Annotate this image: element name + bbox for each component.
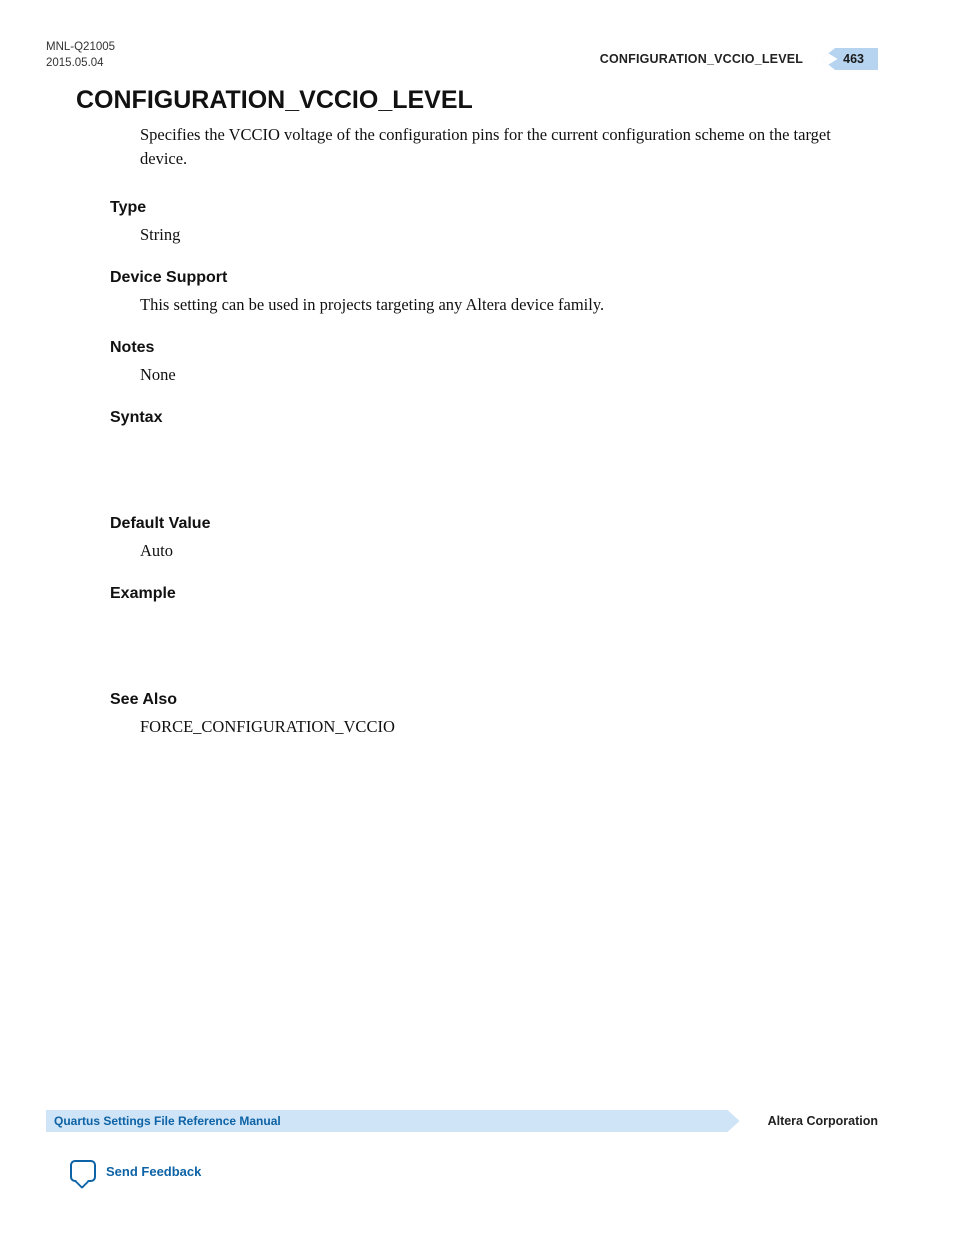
doc-meta: MNL-Q21005 2015.05.04 [46, 40, 115, 71]
example-empty-space [76, 609, 878, 669]
doc-id: MNL-Q21005 [46, 40, 115, 56]
section-heading-device-support: Device Support [110, 269, 878, 287]
page-number-badge: 463 [821, 48, 878, 70]
footer-company: Altera Corporation [768, 1114, 878, 1128]
manual-title-link[interactable]: Quartus Settings File Reference Manual [54, 1114, 281, 1128]
section-body-notes: None [140, 363, 878, 387]
section-body-default-value: Auto [140, 539, 878, 563]
section-body-device-support: This setting can be used in projects tar… [140, 293, 878, 317]
section-body-see-also: FORCE_CONFIGURATION_VCCIO [140, 715, 878, 739]
running-header: CONFIGURATION_VCCIO_LEVEL 463 [600, 48, 878, 70]
speech-bubble-icon [70, 1160, 96, 1182]
footer-ribbon: Quartus Settings File Reference Manual [46, 1110, 740, 1132]
section-heading-example: Example [110, 585, 878, 603]
section-heading-see-also: See Also [110, 691, 878, 709]
send-feedback-link[interactable]: Send Feedback [70, 1160, 201, 1182]
send-feedback-label: Send Feedback [106, 1164, 201, 1179]
section-body-type: String [140, 223, 878, 247]
section-heading-notes: Notes [110, 339, 878, 357]
section-heading-syntax: Syntax [110, 409, 878, 427]
page-title: CONFIGURATION_VCCIO_LEVEL [76, 86, 878, 115]
syntax-empty-space [76, 433, 878, 493]
section-heading-default-value: Default Value [110, 515, 878, 533]
running-title: CONFIGURATION_VCCIO_LEVEL [600, 52, 803, 66]
section-heading-type: Type [110, 199, 878, 217]
doc-date: 2015.05.04 [46, 56, 115, 72]
footer-bar: Quartus Settings File Reference Manual A… [46, 1108, 878, 1134]
intro-paragraph: Specifies the VCCIO voltage of the confi… [140, 123, 878, 171]
content: CONFIGURATION_VCCIO_LEVEL Specifies the … [76, 86, 878, 738]
page: MNL-Q21005 2015.05.04 CONFIGURATION_VCCI… [0, 0, 954, 1235]
